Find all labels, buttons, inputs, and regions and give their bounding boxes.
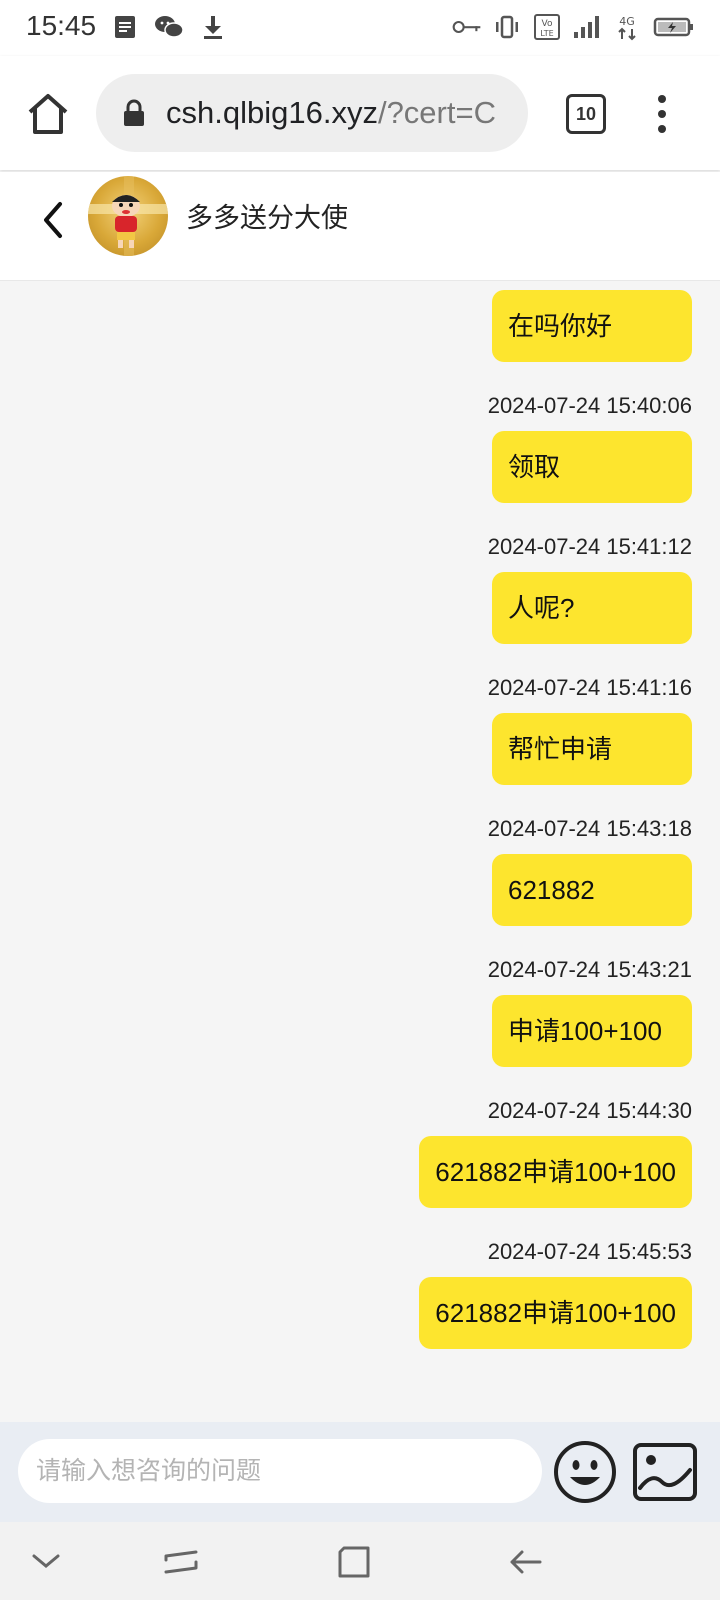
- address-bar[interactable]: csh.qlbig16.xyz/?cert=C: [96, 74, 528, 152]
- message-bubble[interactable]: 在吗你好: [492, 290, 692, 362]
- key-icon: [452, 12, 482, 42]
- message-item: 2024-07-24 15:44:30 621882申请100+100: [419, 1096, 692, 1208]
- svg-text:4G: 4G: [619, 15, 635, 28]
- url-text: csh.qlbig16.xyz/?cert=C: [166, 95, 496, 131]
- home-icon[interactable]: [24, 90, 72, 138]
- message-bubble[interactable]: 621882: [492, 854, 692, 926]
- message-timestamp: 2024-07-24 15:45:53: [487, 1239, 692, 1264]
- volte-icon: Vo LTE: [532, 12, 562, 42]
- back-nav-icon[interactable]: [506, 1544, 546, 1580]
- message-item: 2024-07-24 15:41:12 人呢?: [488, 532, 692, 644]
- chat-input-bar: [0, 1422, 720, 1522]
- home-nav-icon[interactable]: [334, 1544, 374, 1580]
- message-item: 2024-07-24 15:40:06 领取: [488, 391, 692, 503]
- battery-charging-icon: [652, 12, 696, 42]
- browser-toolbar: csh.qlbig16.xyz/?cert=C 10: [0, 56, 720, 170]
- back-arrow-icon[interactable]: [36, 196, 72, 244]
- status-time: 15:45: [26, 10, 97, 41]
- message-timestamp: 2024-07-24 15:43:21: [487, 957, 692, 982]
- message-timestamp: 2024-07-24 15:40:06: [487, 393, 692, 418]
- chevron-down-icon[interactable]: [26, 1544, 66, 1580]
- url-path: /?cert=C: [377, 95, 496, 130]
- message-list: 在吗你好 2024-07-24 15:40:06 领取 2024-07-24 1…: [0, 282, 720, 1422]
- 4g-icon: 4G: [612, 12, 642, 42]
- message-timestamp: 2024-07-24 15:41:16: [487, 675, 692, 700]
- chat-header: 多多送分大使: [0, 172, 720, 281]
- message-item: 2024-07-24 15:45:53 621882申请100+100: [419, 1237, 692, 1349]
- status-bar: 15:45 Vo LTE 4G: [0, 0, 720, 56]
- chat-title: 多多送分大使: [186, 203, 348, 233]
- message-timestamp: 2024-07-24 15:41:12: [487, 534, 692, 559]
- image-upload-icon[interactable]: [632, 1442, 698, 1502]
- system-nav-bar: [0, 1522, 720, 1600]
- message-bubble[interactable]: 人呢?: [492, 572, 692, 644]
- svg-text:LTE: LTE: [540, 29, 553, 38]
- message-bubble[interactable]: 申请100+100: [492, 995, 692, 1067]
- message-item: 2024-07-24 15:43:18 621882: [488, 814, 692, 926]
- message-item: 2024-07-24 15:41:16 帮忙申请: [488, 673, 692, 785]
- vibrate-icon: [492, 12, 522, 42]
- wechat-icon: [154, 12, 184, 42]
- recent-apps-icon[interactable]: [162, 1544, 202, 1580]
- message-input[interactable]: [18, 1439, 542, 1503]
- message-timestamp: 2024-07-24 15:43:18: [487, 816, 692, 841]
- message-item: 2024-07-24 15:43:21 申请100+100: [488, 955, 692, 1067]
- message-timestamp: 2024-07-24 15:44:30: [487, 1098, 692, 1123]
- url-host: csh.qlbig16.xyz: [166, 95, 378, 130]
- more-menu-icon[interactable]: [652, 92, 672, 136]
- download-icon: [198, 12, 228, 42]
- lock-icon: [122, 99, 146, 127]
- message-bubble[interactable]: 领取: [492, 431, 692, 503]
- message-bubble[interactable]: 621882申请100+100: [419, 1136, 692, 1208]
- message-bubble[interactable]: 621882申请100+100: [419, 1277, 692, 1349]
- message-item: 在吗你好: [492, 290, 692, 362]
- tab-switcher-button[interactable]: 10: [566, 94, 606, 134]
- avatar: [88, 176, 168, 256]
- message-bubble[interactable]: 帮忙申请: [492, 713, 692, 785]
- svg-text:Vo: Vo: [542, 19, 553, 29]
- emoji-icon[interactable]: [552, 1439, 618, 1505]
- signal-icon: [572, 12, 602, 42]
- notes-icon: [110, 12, 140, 42]
